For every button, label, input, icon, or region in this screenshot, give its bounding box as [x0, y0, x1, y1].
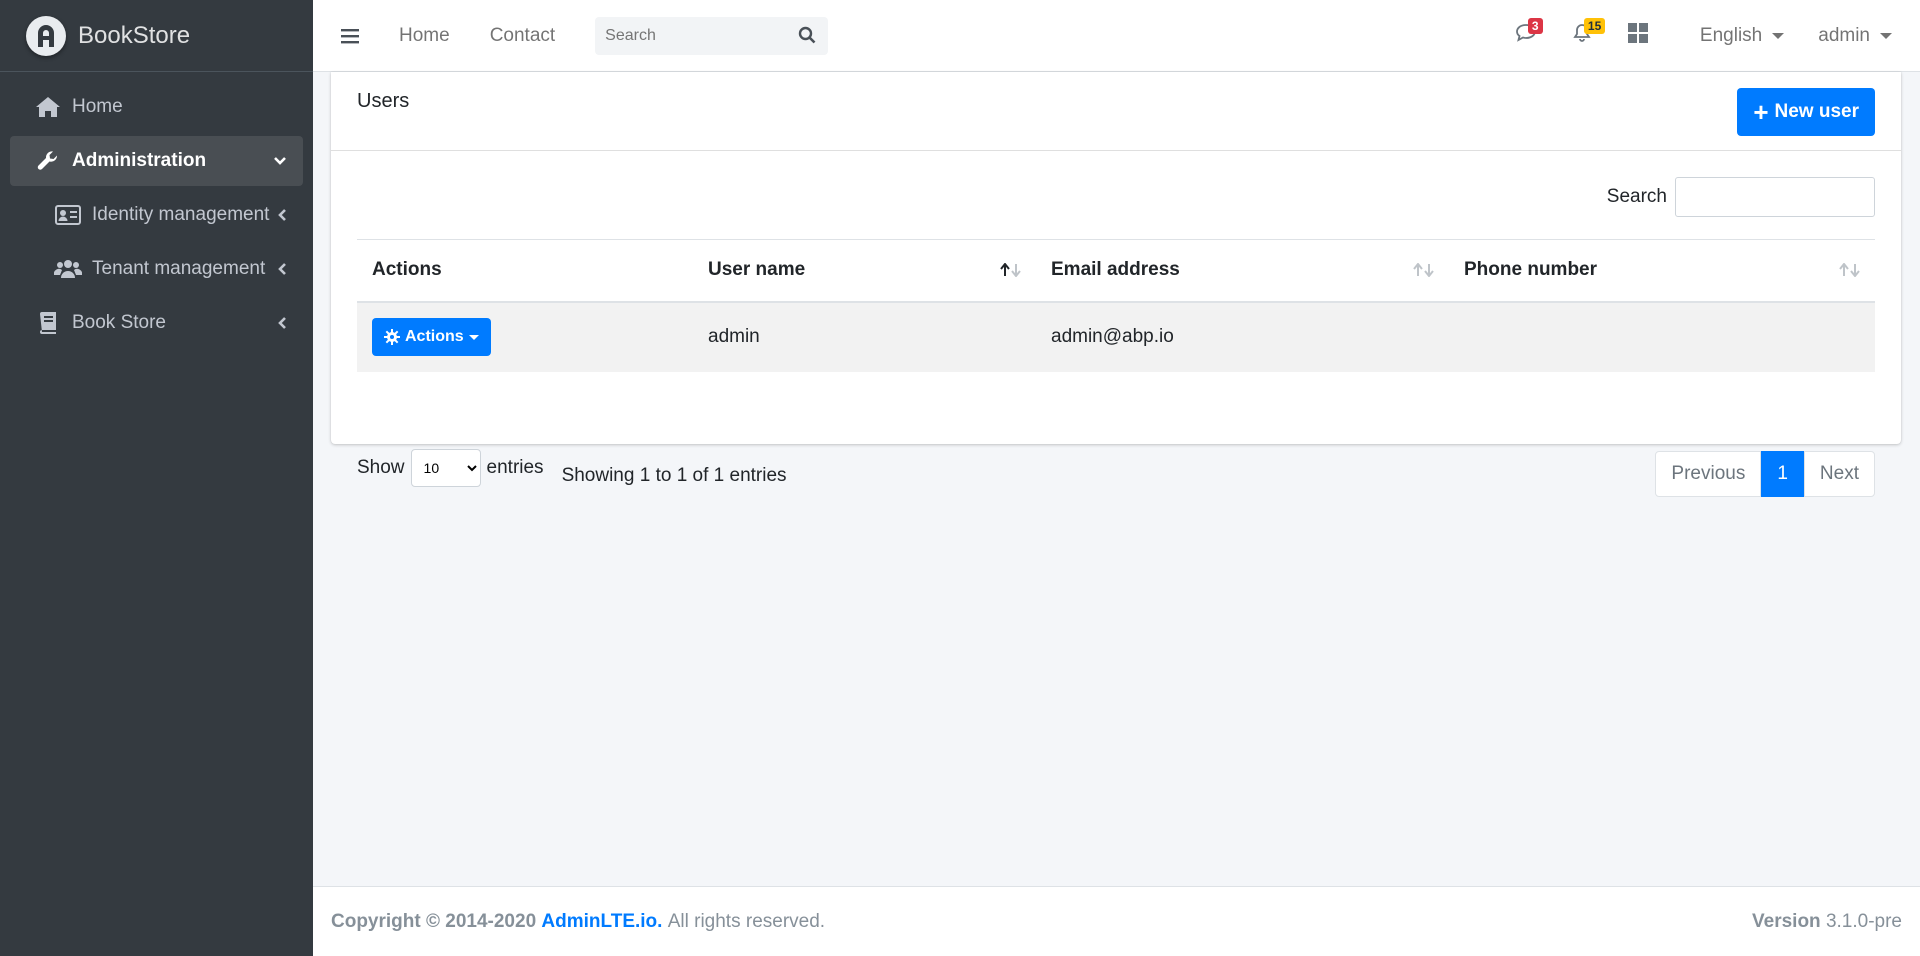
column-header-user-name[interactable]: User name	[693, 239, 1036, 303]
page-length-entries-label: entries	[486, 457, 544, 478]
new-user-button[interactable]: + New user	[1737, 88, 1875, 136]
table-cell-actions: Actions	[357, 301, 693, 372]
sidebar-item-label: Administration	[72, 150, 207, 171]
caret-down-icon	[1772, 32, 1785, 39]
search-icon[interactable]	[798, 26, 816, 44]
chevron-left-icon	[277, 208, 287, 222]
sidebar-item-home[interactable]: Home	[10, 82, 303, 132]
version-label: Version	[1752, 910, 1821, 932]
pagination: Previous 1 Next	[1655, 451, 1875, 497]
nav-link-contact[interactable]: Contact	[490, 25, 555, 47]
sort-icon	[1839, 263, 1861, 278]
id-card-icon	[54, 205, 82, 225]
brand-link[interactable]: BookStore	[0, 0, 313, 72]
pagination-next[interactable]: Next	[1803, 451, 1875, 497]
card-header: Users + New user	[331, 72, 1901, 151]
notifications-dropdown[interactable]: 15	[1554, 16, 1610, 56]
sidebar-item-administration[interactable]: Administration	[10, 136, 303, 186]
table-row: Actions admin admin@abp.io	[357, 301, 1875, 372]
column-header-label: Email address	[1051, 259, 1180, 281]
brand-logo-icon	[26, 15, 66, 56]
sidebar-item-identity-management[interactable]: Identity management	[10, 190, 303, 240]
chevron-left-icon	[277, 262, 287, 276]
version-number: 3.1.0-pre	[1825, 910, 1902, 932]
sort-icon	[1413, 263, 1435, 278]
grid-icon	[1627, 23, 1648, 48]
user-name-label: admin	[1818, 24, 1870, 46]
wrench-icon	[34, 149, 62, 173]
copyright-text: Copyright © 2014-2020	[331, 910, 537, 932]
sidebar-item-label: Identity management	[92, 204, 270, 225]
column-header-label: User name	[708, 259, 806, 281]
table-filter: Search	[1607, 177, 1875, 217]
sidebar-item-label: Tenant management	[92, 258, 266, 279]
caret-down-icon	[468, 334, 479, 340]
table-cell-phone	[1449, 301, 1875, 372]
table-info: Showing 1 to 1 of 1 entries	[561, 465, 787, 486]
pagination-page-1[interactable]: 1	[1761, 451, 1804, 497]
adminlte-link[interactable]: AdminLTE.io.	[541, 911, 662, 933]
brand-name: BookStore	[78, 21, 191, 49]
column-header-label: Actions	[372, 259, 442, 281]
messages-count-badge: 3	[1527, 17, 1543, 34]
caret-down-icon	[1880, 32, 1892, 39]
column-header-email-address[interactable]: Email address	[1036, 239, 1449, 303]
top-navbar: Home Contact 3 15 English	[313, 0, 1920, 72]
gear-icon	[384, 329, 400, 345]
column-header-label: Phone number	[1464, 259, 1598, 281]
messages-dropdown[interactable]: 3	[1498, 16, 1554, 56]
hamburger-menu-icon[interactable]	[341, 28, 359, 44]
pagination-previous[interactable]: Previous	[1655, 451, 1762, 497]
sort-ascending-icon	[1000, 263, 1022, 278]
navbar-right: 3 15 English admin	[1498, 0, 1920, 71]
table-footer: Show 10 entries Showing 1 to 1 of 1 entr…	[357, 449, 1875, 497]
language-label: English	[1699, 24, 1763, 46]
page-length-control: Show 10 entries	[357, 449, 544, 487]
table-search-input[interactable]	[1675, 177, 1875, 217]
plus-icon: +	[1753, 97, 1769, 127]
users-icon	[54, 259, 82, 279]
apps-grid-button[interactable]	[1610, 16, 1666, 56]
column-header-phone-number[interactable]: Phone number	[1449, 239, 1875, 303]
users-card: Users + New user Search Actions User nam…	[331, 72, 1901, 497]
new-user-label: New user	[1774, 101, 1859, 122]
navbar-search-input[interactable]	[595, 26, 786, 45]
navbar-search	[595, 16, 829, 55]
sidebar-item-label: Home	[72, 96, 123, 117]
sidebar-item-label: Book Store	[72, 312, 166, 333]
table-cell-user-name: admin	[693, 301, 1036, 372]
chevron-down-icon	[273, 156, 287, 166]
version-info: Version 3.1.0-pre	[1752, 911, 1902, 933]
book-icon	[34, 311, 62, 335]
main-footer: Copyright © 2014-2020 AdminLTE.io. All r…	[313, 886, 1920, 956]
user-dropdown[interactable]: admin	[1818, 25, 1892, 47]
table-header-row: Actions User name Email address Phone nu…	[357, 239, 1875, 303]
notifications-count-badge: 15	[1583, 17, 1606, 34]
column-header-actions: Actions	[357, 239, 693, 303]
row-actions-label: Actions	[405, 328, 464, 345]
sidebar-item-tenant-management[interactable]: Tenant management	[10, 244, 303, 294]
page-title: Users	[357, 90, 410, 112]
page-length-show-label: Show	[357, 457, 405, 478]
sidebar-item-book-store[interactable]: Book Store	[10, 298, 303, 348]
rights-text: All rights reserved.	[667, 910, 826, 932]
nav-link-home[interactable]: Home	[399, 25, 450, 47]
chevron-left-icon	[277, 316, 287, 330]
home-icon	[34, 96, 62, 118]
row-actions-button[interactable]: Actions	[372, 318, 491, 356]
language-dropdown[interactable]: English	[1699, 24, 1785, 47]
table-cell-email: admin@abp.io	[1036, 301, 1449, 372]
sidebar-nav: Home Administration Identity management	[0, 72, 313, 348]
table-filter-label: Search	[1606, 186, 1667, 207]
page-length-select[interactable]: 10	[410, 449, 481, 487]
users-table: Actions User name Email address Phone nu…	[357, 239, 1875, 372]
sidebar: BookStore Home Administration Identity m…	[0, 0, 313, 956]
